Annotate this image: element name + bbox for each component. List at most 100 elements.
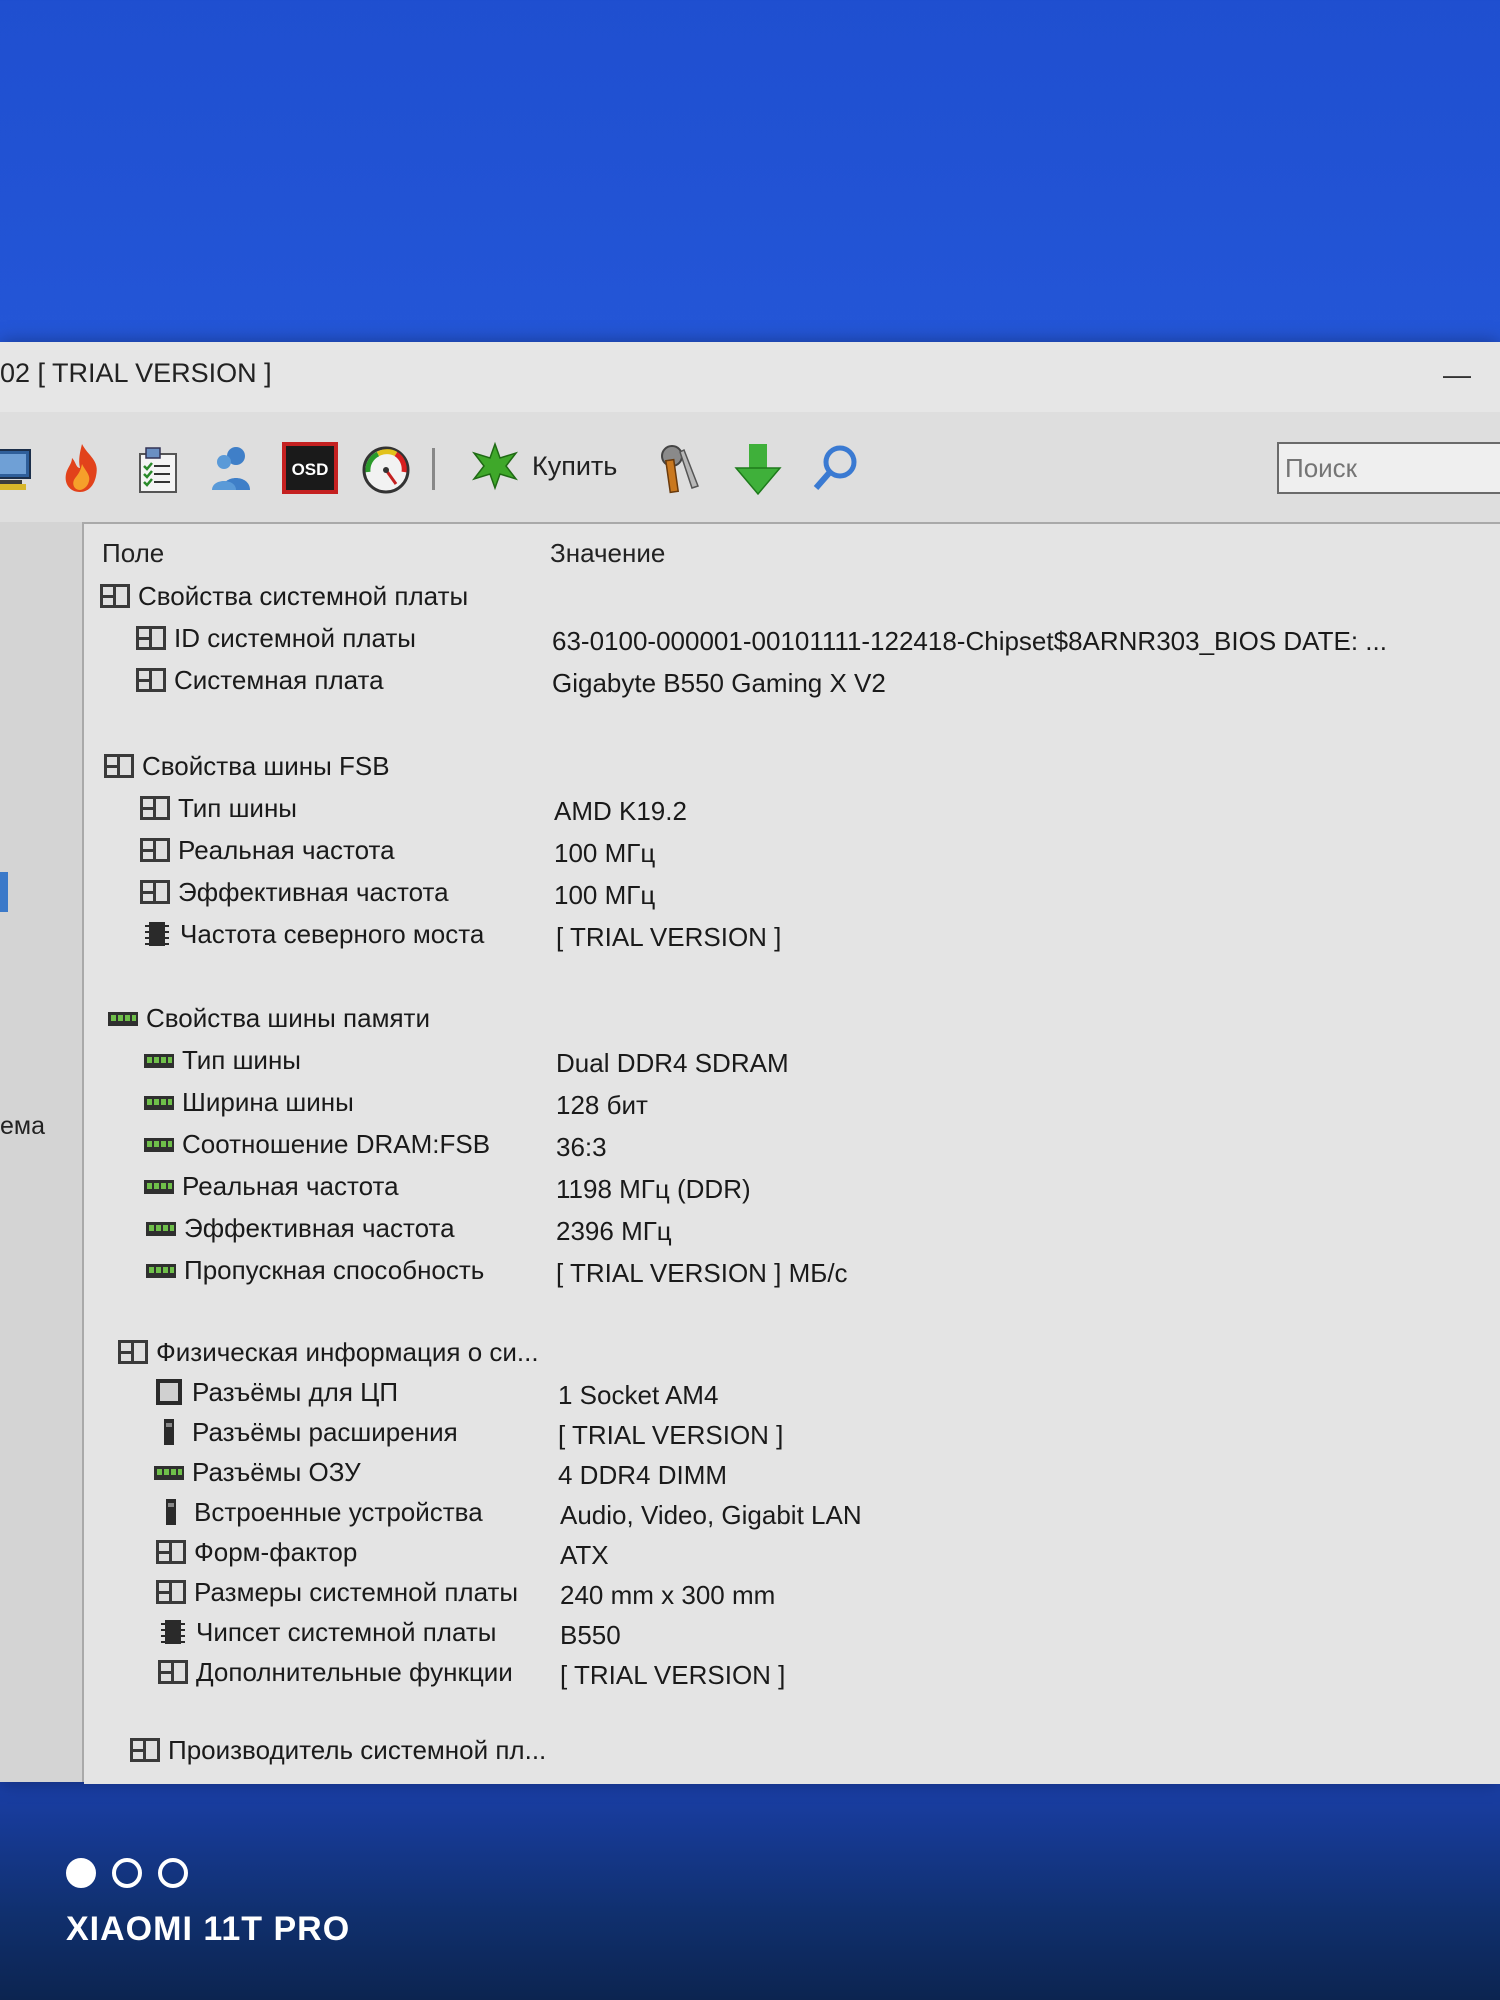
memory-icon [144,1180,174,1194]
property-value: 4 DDR4 DIMM [558,1460,728,1490]
osd-icon[interactable]: OSD [282,440,338,496]
property-row[interactable]: Размеры системной платы [154,1574,518,1610]
property-row[interactable]: Эффективная частота [144,1210,455,1246]
property-row[interactable]: Тип шины [142,1042,301,1078]
device-icon [166,1499,176,1525]
property-field: Разъёмы расширения [192,1416,458,1447]
property-row[interactable]: Разъёмы для ЦП [152,1374,398,1410]
property-row[interactable]: Частота северного моста [140,916,484,952]
svg-text:OSD: OSD [292,460,329,479]
property-field: Частота северного моста [180,918,485,949]
motherboard-icon [156,1540,186,1564]
property-field: Тип шины [178,792,297,823]
motherboard-icon [140,796,170,820]
memory-icon [108,1012,138,1026]
property-row[interactable]: Пропускная способность [144,1252,484,1288]
sidebar-item-label[interactable]: ема [0,1112,45,1141]
column-header-value[interactable]: Значение [550,538,665,569]
section-header[interactable]: Физическая информация о си... [116,1334,539,1370]
property-field: Пропускная способность [184,1254,485,1285]
users-icon[interactable] [204,440,260,496]
search-icon[interactable] [808,440,864,496]
property-value: 36:3 [556,1132,607,1162]
property-field: Встроенные устройства [194,1496,483,1527]
property-field: Соотношение DRAM:FSB [182,1128,491,1159]
property-row[interactable]: Тип шины [138,790,297,826]
property-row[interactable]: Реальная частота [138,832,395,868]
search-input[interactable] [1277,442,1500,494]
motherboard-icon [100,584,130,608]
property-row[interactable]: Реальная частота [142,1168,399,1204]
expansion-slot-icon [164,1419,174,1445]
property-row[interactable]: Чипсет системной платы [156,1614,496,1650]
flame-icon[interactable] [54,440,110,496]
buy-star-icon [471,441,519,491]
property-row[interactable]: ID системной платы [134,620,416,656]
property-field: Разъёмы ОЗУ [192,1456,361,1487]
property-value: [ TRIAL VERSION ] МБ/с [556,1258,848,1288]
property-value: AMD K19.2 [554,796,687,826]
photo-watermark: XIAOMI 11T PRO [66,1910,351,1948]
property-value: 128 бит [556,1090,648,1120]
property-row[interactable]: Дополнительные функции [156,1654,513,1690]
property-row[interactable]: Разъёмы расширения [152,1414,458,1450]
property-field: Реальная частота [178,834,395,865]
section-header[interactable]: Свойства шины памяти [106,1000,430,1036]
photo-watermark-dots [66,1858,188,1888]
property-field: Чипсет системной платы [196,1616,497,1647]
buy-label: Купить [532,450,618,481]
property-row[interactable]: Ширина шины [142,1084,354,1120]
section-title: Свойства шины памяти [146,1002,430,1033]
property-field: Размеры системной платы [194,1576,519,1607]
property-field: Форм-фактор [194,1536,358,1567]
motherboard-icon [156,1580,186,1604]
computer-icon[interactable] [0,440,42,496]
motherboard-icon [104,754,134,778]
toolbar: OSD Купить [0,412,1500,522]
property-value: Audio, Video, Gigabit LAN [560,1500,862,1530]
properties-panel: Поле Значение Свойства системной платы I… [84,522,1500,1784]
property-row[interactable]: Встроенные устройства [154,1494,483,1530]
motherboard-icon [136,668,166,692]
download-arrow-icon[interactable] [730,440,786,496]
property-value: 100 МГц [554,838,656,868]
motherboard-icon [140,838,170,862]
property-row[interactable]: Эффективная частота [138,874,449,910]
property-row[interactable]: Разъёмы ОЗУ [152,1454,361,1490]
section-header[interactable]: Свойства шины FSB [102,748,390,784]
property-value: 1198 МГц (DDR) [556,1174,751,1204]
property-value: Gigabyte B550 Gaming X V2 [552,668,886,698]
gauge-icon[interactable] [358,440,414,496]
wrench-icon[interactable] [654,440,710,496]
section-title: Физическая информация о си... [156,1336,539,1367]
property-value: [ TRIAL VERSION ] [560,1660,786,1690]
property-value: 63-0100-000001-00101111-122418-Chipset$8… [552,626,1387,656]
section-header[interactable]: Производитель системной пл... [128,1732,546,1768]
clipboard-list-icon[interactable] [130,440,186,496]
property-row[interactable]: Системная плата [134,662,384,698]
property-value: ATX [560,1540,609,1570]
property-row[interactable]: Соотношение DRAM:FSB [142,1126,490,1162]
chip-icon [161,1620,185,1644]
motherboard-icon [136,626,166,650]
section-title: Производитель системной пл... [168,1734,547,1765]
property-value: Dual DDR4 SDRAM [556,1048,789,1078]
watermark-dot [112,1858,142,1888]
section-header[interactable]: Свойства системной платы [98,578,468,614]
column-header-field[interactable]: Поле [102,538,164,569]
buy-button[interactable]: Купить [470,436,617,496]
sidebar-tree: ема [0,522,84,1782]
motherboard-icon [130,1738,160,1762]
property-row[interactable]: Форм-фактор [154,1534,357,1570]
minimize-button[interactable]: — [1442,360,1472,390]
memory-icon [154,1466,184,1480]
property-field: Системная плата [174,664,384,695]
property-field: Эффективная частота [178,876,449,907]
property-value: 1 Socket AM4 [558,1380,719,1410]
motherboard-icon [118,1340,148,1364]
memory-icon [146,1222,176,1236]
memory-icon [144,1096,174,1110]
property-value: [ TRIAL VERSION ] [558,1420,784,1450]
app-window: 02 [ TRIAL VERSION ] — OSD Купить Поиск … [0,342,1500,1784]
watermark-dot [66,1858,96,1888]
